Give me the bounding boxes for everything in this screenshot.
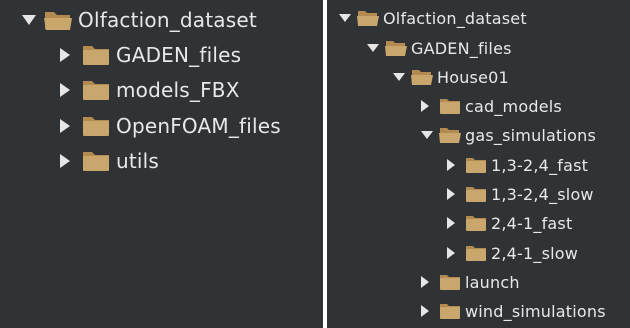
tree-row-openfoam-files[interactable]: OpenFOAM_files — [60, 112, 281, 140]
tree-item-label: 1,3-2,4_slow — [491, 184, 594, 204]
file-tree-screenshot: Olfaction_dataset GADEN_files models_FBX… — [0, 0, 630, 328]
tree-item-label: OpenFOAM_files — [116, 114, 281, 138]
chevron-right-icon[interactable] — [60, 83, 74, 97]
chevron-down-icon[interactable] — [339, 14, 351, 22]
tree-item-label: utils — [116, 149, 160, 173]
chevron-right-icon[interactable] — [447, 188, 459, 200]
tree-row-wind-simulations[interactable]: wind_simulations — [421, 300, 606, 322]
tree-row-gaden-files[interactable]: GADEN_files — [60, 41, 241, 69]
tree-item-label: 1,3-2,4_fast — [491, 155, 589, 175]
folder-open-icon — [357, 9, 379, 27]
chevron-right-icon[interactable] — [421, 305, 433, 317]
tree-row-sim-2[interactable]: 1,3-2,4_slow — [447, 183, 594, 205]
folder-open-icon — [44, 9, 72, 31]
tree-row-sim-4[interactable]: 2,4-1_slow — [447, 242, 578, 264]
tree-row-models-fbx[interactable]: models_FBX — [60, 76, 240, 104]
tree-row-sim-3[interactable]: 2,4-1_fast — [447, 212, 572, 234]
chevron-right-icon[interactable] — [447, 159, 459, 171]
folder-icon — [465, 185, 487, 203]
folder-icon — [465, 244, 487, 262]
tree-item-label: 2,4-1_slow — [491, 243, 579, 263]
tree-row-cad-models[interactable]: cad_models — [421, 95, 562, 117]
folder-icon — [439, 302, 461, 320]
tree-row-sim-1[interactable]: 1,3-2,4_fast — [447, 154, 588, 176]
chevron-down-icon[interactable] — [22, 15, 36, 25]
folder-open-icon — [439, 126, 461, 144]
tree-item-label: gas_simulations — [465, 125, 597, 145]
chevron-right-icon[interactable] — [60, 119, 74, 133]
folder-icon — [439, 97, 461, 115]
folder-open-icon — [385, 39, 407, 57]
tree-item-label: models_FBX — [116, 78, 240, 102]
folder-icon — [82, 79, 110, 101]
tree-item-label: cad_models — [465, 96, 562, 116]
chevron-right-icon[interactable] — [60, 154, 74, 168]
chevron-right-icon[interactable] — [60, 48, 74, 62]
tree-row-utils[interactable]: utils — [60, 147, 159, 175]
tree-row-gas-simulations[interactable]: gas_simulations — [421, 124, 596, 146]
tree-row-house01[interactable]: House01 — [393, 66, 509, 88]
tree-item-label: 2,4-1_fast — [491, 213, 573, 233]
folder-open-icon — [411, 68, 433, 86]
folder-icon — [82, 44, 110, 66]
tree-item-label: Olfaction_dataset — [383, 8, 527, 28]
tree-item-label: wind_simulations — [465, 301, 606, 321]
chevron-right-icon[interactable] — [447, 217, 459, 229]
tree-item-label: House01 — [437, 67, 509, 87]
chevron-down-icon[interactable] — [393, 73, 405, 81]
chevron-down-icon[interactable] — [367, 44, 379, 52]
tree-item-label: GADEN_files — [116, 43, 242, 67]
right-tree-panel: Olfaction_dataset GADEN_files House01 ca… — [327, 0, 630, 328]
tree-item-label: GADEN_files — [411, 38, 512, 58]
chevron-right-icon[interactable] — [421, 100, 433, 112]
tree-row-launch[interactable]: launch — [421, 271, 520, 293]
left-tree-panel: Olfaction_dataset GADEN_files models_FBX… — [0, 0, 323, 328]
tree-row-olfaction-dataset[interactable]: Olfaction_dataset — [339, 7, 527, 29]
folder-icon — [465, 214, 487, 232]
tree-item-label: launch — [465, 272, 520, 292]
tree-row-olfaction-dataset[interactable]: Olfaction_dataset — [22, 6, 257, 34]
folder-icon — [82, 150, 110, 172]
chevron-right-icon[interactable] — [421, 276, 433, 288]
tree-row-gaden-files[interactable]: GADEN_files — [367, 37, 512, 59]
folder-icon — [465, 156, 487, 174]
chevron-right-icon[interactable] — [447, 247, 459, 259]
chevron-down-icon[interactable] — [421, 131, 433, 139]
folder-icon — [439, 273, 461, 291]
folder-icon — [82, 115, 110, 137]
tree-item-label: Olfaction_dataset — [78, 8, 257, 32]
